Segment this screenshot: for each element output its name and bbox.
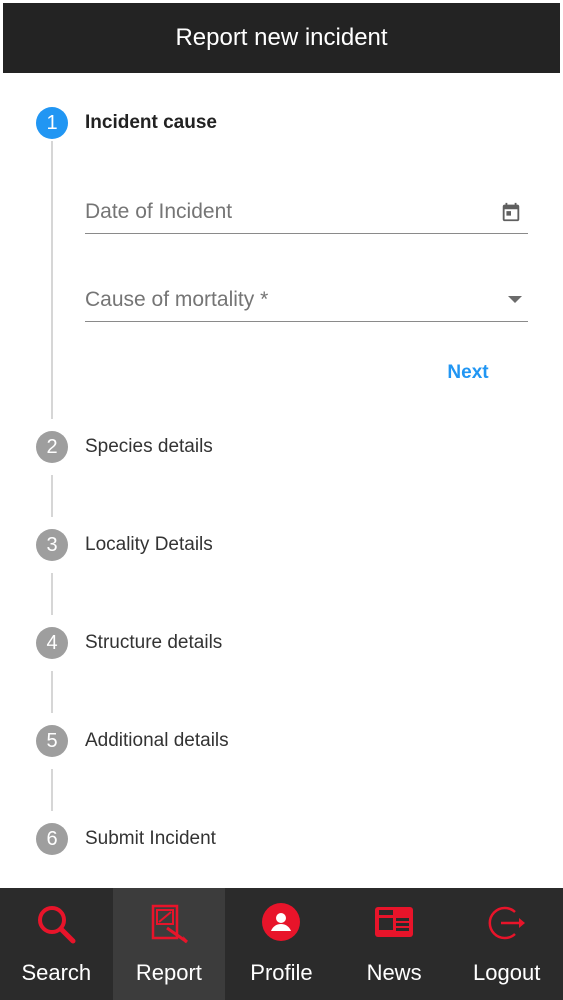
nav-label: News bbox=[366, 960, 422, 985]
step-connector bbox=[51, 769, 53, 811]
search-icon bbox=[38, 906, 76, 944]
nav-logout[interactable]: Logout bbox=[450, 888, 563, 1000]
chevron-down-icon[interactable] bbox=[508, 296, 522, 303]
step-connector bbox=[51, 475, 53, 517]
nav-label: Profile bbox=[250, 960, 313, 985]
cause-of-mortality-select[interactable]: Cause of mortality * bbox=[85, 278, 528, 322]
step-locality-details[interactable]: 3 Locality Details bbox=[36, 528, 213, 562]
step-connector bbox=[51, 141, 53, 419]
news-icon bbox=[375, 907, 414, 937]
step-connector bbox=[51, 671, 53, 713]
next-button[interactable]: Next bbox=[430, 358, 506, 388]
date-input[interactable] bbox=[85, 199, 465, 224]
calendar-icon[interactable] bbox=[500, 201, 522, 223]
step-structure-details[interactable]: 4 Structure details bbox=[36, 626, 222, 660]
nav-search[interactable]: Search bbox=[0, 888, 113, 1000]
step-connector bbox=[51, 573, 53, 615]
step-number: 2 bbox=[36, 431, 68, 463]
date-of-incident-field[interactable] bbox=[85, 190, 528, 234]
step-number: 1 bbox=[36, 107, 68, 139]
step-submit-incident[interactable]: 6 Submit Incident bbox=[36, 822, 216, 856]
step-additional-details[interactable]: 5 Additional details bbox=[36, 724, 229, 758]
cause-placeholder: Cause of mortality * bbox=[85, 287, 269, 311]
report-icon bbox=[151, 904, 188, 944]
step-label: Submit Incident bbox=[85, 828, 216, 849]
bottom-nav: Search Report Profile News Logout bbox=[0, 888, 563, 1000]
step-species-details[interactable]: 2 Species details bbox=[36, 430, 213, 464]
step-label: Locality Details bbox=[85, 534, 213, 555]
step-label: Additional details bbox=[85, 730, 229, 751]
nav-profile[interactable]: Profile bbox=[225, 888, 338, 1000]
step-label: Incident cause bbox=[85, 112, 217, 133]
step-number: 5 bbox=[36, 725, 68, 757]
step-label: Species details bbox=[85, 436, 213, 457]
step-label: Structure details bbox=[85, 632, 223, 653]
nav-report[interactable]: Report bbox=[112, 888, 226, 1000]
step-number: 4 bbox=[36, 627, 68, 659]
step-number: 3 bbox=[36, 529, 68, 561]
app-header: Report new incident bbox=[3, 3, 560, 73]
nav-label: Report bbox=[135, 960, 202, 985]
page-title: Report new incident bbox=[175, 24, 388, 51]
step-number: 6 bbox=[36, 823, 68, 855]
nav-label: Search bbox=[21, 960, 92, 985]
nav-news[interactable]: News bbox=[338, 888, 451, 1000]
logout-icon bbox=[488, 906, 525, 940]
profile-icon bbox=[262, 903, 301, 941]
step-incident-cause[interactable]: 1 Incident cause bbox=[36, 106, 217, 140]
nav-label: Logout bbox=[473, 960, 541, 985]
